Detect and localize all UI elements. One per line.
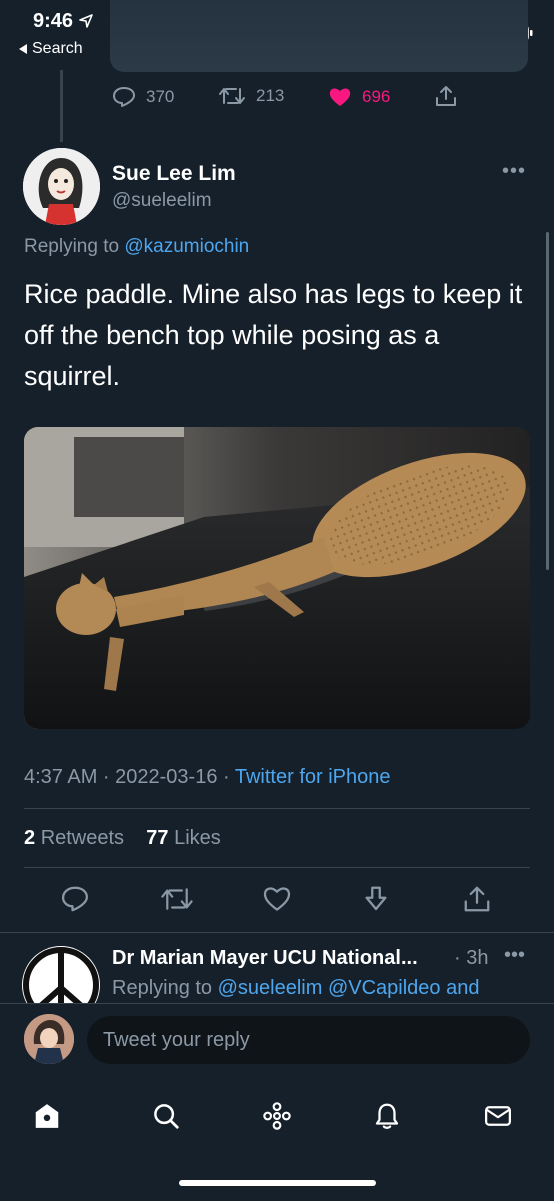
heart-filled-icon	[329, 88, 351, 106]
current-user-avatar[interactable]	[24, 1014, 74, 1064]
reply-replying-prefix: Replying to	[112, 977, 213, 999]
author-handle[interactable]: @sueleelim	[112, 190, 212, 212]
tweet-photo[interactable]	[24, 427, 530, 729]
prev-reply-button[interactable]: 370	[112, 86, 174, 108]
author-avatar[interactable]	[23, 148, 100, 225]
back-label: Search	[32, 40, 83, 57]
reply-replying-to-links[interactable]: @sueleelim @VCapildeo and	[218, 977, 480, 999]
retweet-icon	[219, 88, 245, 104]
share-icon	[436, 86, 456, 106]
status-time: 9:46	[33, 10, 93, 33]
home-filled-icon	[35, 1104, 59, 1128]
more-options-icon[interactable]: •••	[502, 160, 526, 183]
reply-timestamp[interactable]: · 3h	[454, 947, 488, 970]
scrollbar[interactable]	[546, 232, 549, 570]
mail-icon	[485, 1106, 511, 1126]
divider	[24, 867, 530, 868]
prev-retweet-button[interactable]: 213	[218, 86, 284, 106]
retweets-stat[interactable]: 2 Retweets	[24, 827, 124, 849]
back-triangle-icon	[19, 44, 27, 54]
author-name[interactable]: Sue Lee Lim	[112, 162, 236, 186]
tab-explore[interactable]	[146, 1096, 186, 1136]
tab-notifications[interactable]	[367, 1096, 407, 1136]
share-button[interactable]	[462, 884, 492, 914]
retweet-button[interactable]	[160, 884, 194, 914]
heart-icon	[263, 887, 291, 911]
tab-home[interactable]	[27, 1096, 67, 1136]
location-arrow-icon	[78, 14, 93, 28]
share-icon	[464, 886, 490, 912]
tweet-stats: 2 Retweets 77 Likes	[24, 827, 221, 850]
previous-tweet-actions: 370 213 696	[112, 86, 462, 110]
replying-prefix: Replying to	[24, 236, 120, 257]
prev-like-button[interactable]: 696	[328, 86, 390, 108]
replying-to: Replying to @kazumiochin	[24, 236, 249, 258]
bookmark-down-icon	[365, 886, 387, 911]
previous-tweet-media[interactable]	[110, 0, 528, 72]
reply-composer-input[interactable]: Tweet your reply	[87, 1016, 530, 1064]
bookmark-button[interactable]	[361, 884, 391, 914]
likes-stat[interactable]: 77 Likes	[146, 827, 221, 849]
divider	[0, 932, 554, 933]
prev-share-button[interactable]	[434, 84, 458, 108]
reply-icon	[62, 886, 88, 912]
tab-messages[interactable]	[478, 1096, 518, 1136]
bell-icon	[375, 1103, 399, 1129]
retweet-icon	[161, 888, 193, 910]
reply-icon	[113, 87, 135, 107]
thread-line	[60, 70, 63, 142]
composer-placeholder: Tweet your reply	[103, 1028, 250, 1051]
tweet-meta: 4:37 AM · 2022-03-16 · Twitter for iPhon…	[24, 766, 391, 789]
reply-replying-to: Replying to @sueleelim @VCapildeo and	[112, 977, 479, 1000]
home-indicator[interactable]	[179, 1180, 376, 1186]
rice-paddle-squirrel-image	[24, 427, 530, 729]
like-button[interactable]	[262, 884, 292, 914]
tab-spaces[interactable]	[257, 1096, 297, 1136]
spaces-icon	[263, 1102, 291, 1130]
replying-to-link[interactable]: @kazumiochin	[124, 236, 249, 257]
reply-author-name[interactable]: Dr Marian Mayer UCU National...	[112, 947, 418, 970]
back-to-search-button[interactable]: Search	[18, 40, 83, 58]
search-icon	[154, 1104, 179, 1129]
reply-more-options-icon[interactable]: •••	[504, 944, 525, 967]
reply-button[interactable]	[60, 884, 90, 914]
tweet-text: Rice paddle. Mine also has legs to keep …	[24, 279, 523, 391]
tweet-timestamp[interactable]: 4:37 AM · 2022-03-16 ·	[24, 766, 235, 788]
divider	[24, 808, 530, 809]
tweet-source[interactable]: Twitter for iPhone	[235, 766, 391, 788]
